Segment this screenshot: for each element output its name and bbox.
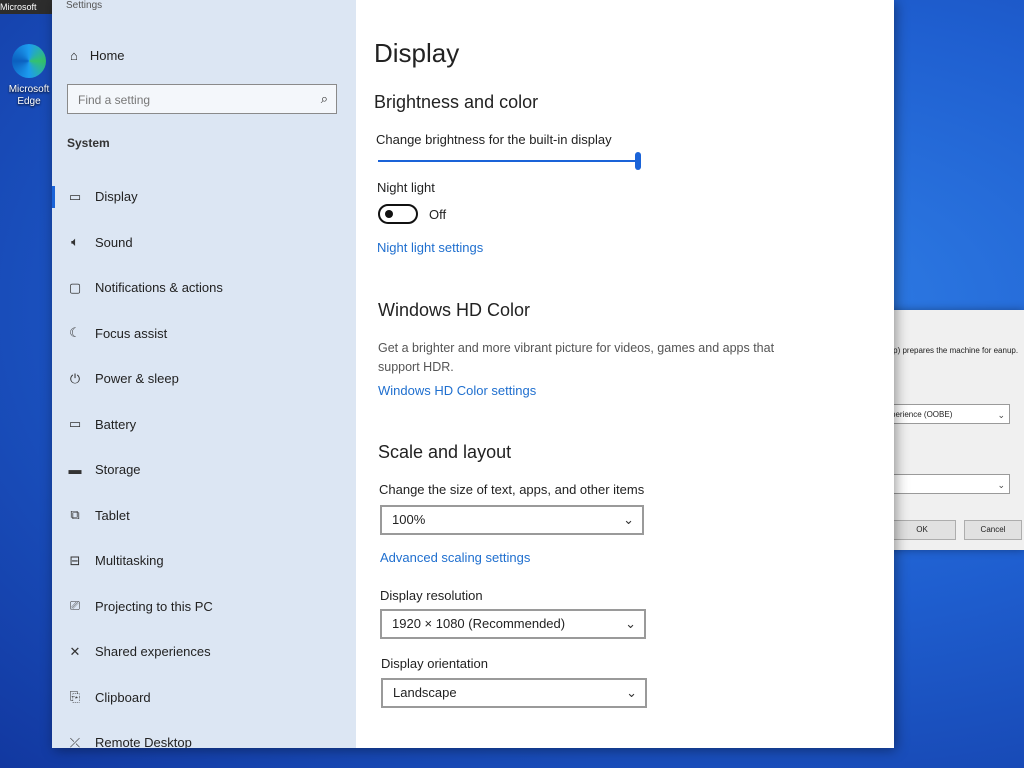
- orientation-select[interactable]: Landscape ⌄: [381, 678, 647, 708]
- orientation-label: Display orientation: [381, 656, 488, 671]
- power-icon: ⏻: [69, 370, 81, 386]
- sidebar-item-label: Display: [95, 189, 138, 205]
- chevron-down-icon: ⌄: [997, 480, 1005, 490]
- night-light-state: Off: [429, 207, 447, 222]
- sidebar-item-sound[interactable]: 🔈︎ Sound: [52, 220, 356, 266]
- tablet-icon: ⧉: [70, 507, 80, 523]
- chevron-down-icon: ⌄: [623, 512, 634, 527]
- home-label: Home: [89, 48, 125, 63]
- sidebar-item-label: Notifications & actions: [95, 280, 223, 296]
- sidebar-item-label: Battery: [95, 416, 137, 432]
- notification-icon: ▢: [68, 279, 82, 295]
- chevron-down-icon: ⌄: [626, 685, 637, 700]
- sidebar-item-storage[interactable]: ▬ Storage: [52, 447, 356, 493]
- remote-desktop-icon: ⤫: [69, 734, 81, 748]
- chevron-down-icon: ⌄: [625, 616, 636, 631]
- main-content: Display Brightness and color Change brig…: [356, 0, 894, 748]
- sidebar-item-clipboard[interactable]: ⎘ Clipboard: [52, 675, 356, 721]
- ok-button[interactable]: OK: [888, 520, 956, 540]
- home-icon: ⌂: [70, 48, 78, 63]
- brightness-heading: Brightness and color: [374, 92, 539, 112]
- storage-icon: ▬: [68, 462, 82, 478]
- sidebar-nav: ▭ Display 🔈︎ Sound ▢ Notifications & act…: [52, 174, 356, 748]
- resolution-label: Display resolution: [380, 588, 483, 603]
- brightness-slider-label: Change brightness for the built-in displ…: [376, 132, 612, 147]
- sidebar-item-label: Sound: [95, 234, 133, 250]
- shared-icon: ✕: [69, 643, 81, 659]
- dialog-text: rep) prepares the machine for eanup.: [886, 346, 1019, 355]
- desktop-icon-label: Microsoft Edge: [8, 84, 50, 107]
- hd-color-heading: Windows HD Color: [378, 300, 531, 320]
- sidebar-item-label: Power & sleep: [95, 371, 179, 387]
- sidebar-item-label: Multitasking: [95, 553, 164, 569]
- sidebar-item-display[interactable]: ▭ Display: [52, 174, 356, 220]
- dialog-combo-1-value: perience (OOBE): [891, 410, 953, 419]
- search-icon[interactable]: ⌕: [321, 91, 328, 107]
- sidebar-item-focus-assist[interactable]: ☾ Focus assist: [52, 311, 356, 357]
- advanced-scaling-link[interactable]: Advanced scaling settings: [380, 550, 530, 565]
- window-title: Settings: [66, 0, 103, 11]
- resolution-select[interactable]: 1920 × 1080 (Recommended) ⌄: [380, 609, 646, 639]
- hd-color-description: Get a brighter and more vibrant picture …: [378, 341, 775, 374]
- scale-layout-heading: Scale and layout: [378, 442, 512, 462]
- sidebar-item-label: Remote Desktop: [95, 735, 192, 748]
- sidebar-item-battery[interactable]: ▭ Battery: [52, 402, 356, 448]
- section-title: System: [67, 136, 110, 150]
- dialog-combo-1[interactable]: perience (OOBE) ⌄: [886, 404, 1010, 424]
- desktop-edge-shortcut[interactable]: Microsoft Edge: [2, 44, 56, 107]
- background-dialog: rep) prepares the machine for eanup. per…: [884, 310, 1024, 550]
- clipboard-icon: ⎘: [69, 689, 81, 705]
- brightness-slider[interactable]: [378, 152, 641, 170]
- moon-icon: ☾: [69, 325, 81, 341]
- night-light-toggle[interactable]: [378, 204, 418, 224]
- brightness-slider-thumb[interactable]: [635, 152, 641, 170]
- sidebar-item-multitasking[interactable]: ⊟ Multitasking: [52, 538, 356, 584]
- scale-select[interactable]: 100% ⌄: [380, 505, 644, 535]
- orientation-select-value: Landscape: [393, 685, 457, 700]
- page-title: Display: [374, 38, 460, 68]
- sidebar-item-label: Shared experiences: [95, 644, 211, 660]
- sidebar-item-label: Clipboard: [95, 689, 151, 705]
- sidebar-item-notifications[interactable]: ▢ Notifications & actions: [52, 265, 356, 311]
- sidebar-item-projecting[interactable]: ⎚ Projecting to this PC: [52, 584, 356, 630]
- sidebar-item-remote-desktop[interactable]: ⤫ Remote Desktop: [52, 720, 356, 748]
- sidebar-item-power-sleep[interactable]: ⏻ Power & sleep: [52, 356, 356, 402]
- scale-select-value: 100%: [392, 512, 426, 527]
- settings-window: Settings ⌂ Home ⌕ System ▭ Display 🔈︎ So…: [52, 0, 894, 748]
- speaker-icon: 🔈︎: [71, 234, 79, 250]
- sidebar: Settings ⌂ Home ⌕ System ▭ Display 🔈︎ So…: [52, 0, 356, 748]
- resolution-select-value: 1920 × 1080 (Recommended): [392, 616, 566, 631]
- search-box: ⌕: [67, 84, 337, 115]
- chevron-down-icon: ⌄: [997, 410, 1005, 420]
- taskbar-tab[interactable]: Microsoft Edge: [0, 0, 58, 14]
- night-light-settings-link[interactable]: Night light settings: [377, 240, 483, 255]
- cancel-button[interactable]: Cancel: [964, 520, 1022, 540]
- projecting-icon: ⎚: [69, 598, 81, 614]
- hd-color-settings-link[interactable]: Windows HD Color settings: [378, 383, 536, 398]
- dialog-combo-2[interactable]: ⌄: [886, 474, 1010, 494]
- sidebar-item-label: Storage: [95, 462, 141, 478]
- sidebar-item-shared-experiences[interactable]: ✕ Shared experiences: [52, 629, 356, 675]
- night-light-label: Night light: [377, 180, 435, 195]
- edge-icon: [12, 44, 46, 78]
- display-icon: ▭: [68, 188, 82, 204]
- multitasking-icon: ⊟: [69, 552, 81, 568]
- sidebar-item-label: Tablet: [95, 507, 130, 523]
- sidebar-item-label: Focus assist: [95, 325, 168, 341]
- home-link[interactable]: ⌂ Home: [70, 48, 125, 63]
- battery-icon: ▭: [68, 416, 82, 432]
- sidebar-item-label: Projecting to this PC: [95, 598, 213, 614]
- sidebar-item-tablet[interactable]: ⧉ Tablet: [52, 493, 356, 539]
- search-input[interactable]: [68, 85, 310, 115]
- scale-size-label: Change the size of text, apps, and other…: [379, 482, 645, 497]
